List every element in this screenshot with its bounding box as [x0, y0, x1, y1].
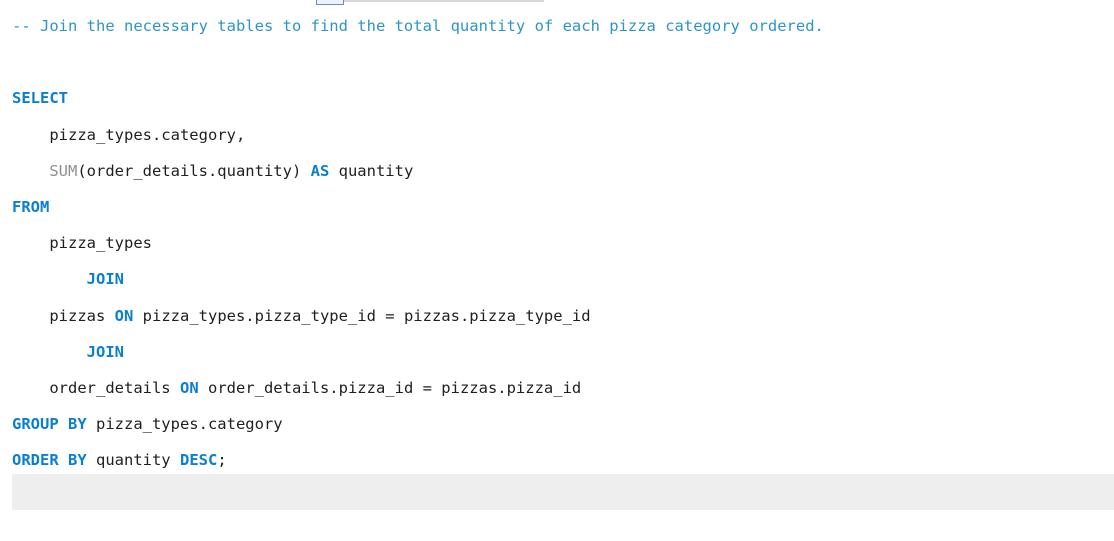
- sql-editor[interactable]: -- Join the necessary tables to find the…: [12, 8, 1114, 469]
- sql-keyword: FROM: [12, 197, 50, 216]
- code-line[interactable]: pizza_types: [12, 225, 1114, 261]
- sql-keyword: ON: [179, 378, 199, 397]
- code-text: pizza_types: [12, 234, 152, 253]
- code-line[interactable]: [12, 44, 1114, 80]
- code-line[interactable]: pizza_types.category,: [12, 117, 1114, 153]
- sql-keyword: SELECT: [12, 89, 68, 108]
- sql-keyword: ON: [114, 306, 134, 325]
- code-text: pizza_types.category: [86, 415, 283, 434]
- code-text: (order_details.quantity): [77, 161, 311, 180]
- code-text: order_details: [12, 378, 180, 397]
- code-text: pizza_types.pizza_type_id = pizzas.pizza…: [133, 306, 591, 325]
- sql-function: SUM: [49, 161, 78, 180]
- code-line[interactable]: order_details ON order_details.pizza_id …: [12, 370, 1114, 406]
- sql-keyword: GROUP BY: [12, 415, 87, 434]
- code-text: order_details.pizza_id = pizzas.pizza_id: [198, 378, 582, 397]
- code-line[interactable]: -- Join the necessary tables to find the…: [12, 8, 1114, 44]
- sql-keyword: ORDER BY: [12, 451, 87, 470]
- code-line[interactable]: pizzas ON pizza_types.pizza_type_id = pi…: [12, 298, 1114, 334]
- code-line[interactable]: SELECT: [12, 80, 1114, 116]
- editor-tab-indicator[interactable]: [316, 0, 344, 5]
- current-line-highlight[interactable]: [12, 474, 1114, 510]
- editor-tab-strip: [0, 0, 1114, 4]
- editor-tab-divider: [344, 0, 544, 2]
- sql-keyword: JOIN: [86, 270, 124, 289]
- code-text: pizza_types.category,: [12, 125, 246, 144]
- code-text: quantity: [329, 161, 414, 180]
- code-line[interactable]: JOIN: [12, 261, 1114, 297]
- code-text: pizzas: [12, 306, 115, 325]
- sql-keyword: DESC: [179, 451, 218, 470]
- code-line[interactable]: ORDER BY quantity DESC;: [12, 442, 1114, 478]
- code-line[interactable]: SUM(order_details.quantity) AS quantity: [12, 153, 1114, 189]
- code-text: ;: [217, 451, 227, 470]
- code-line[interactable]: JOIN: [12, 334, 1114, 370]
- code-comment: -- Join the necessary tables to find the…: [12, 17, 824, 35]
- code-line[interactable]: GROUP BY pizza_types.category: [12, 406, 1114, 442]
- sql-keyword: JOIN: [86, 342, 124, 361]
- code-text: quantity: [86, 451, 180, 470]
- sql-keyword: AS: [310, 161, 330, 180]
- code-line[interactable]: FROM: [12, 189, 1114, 225]
